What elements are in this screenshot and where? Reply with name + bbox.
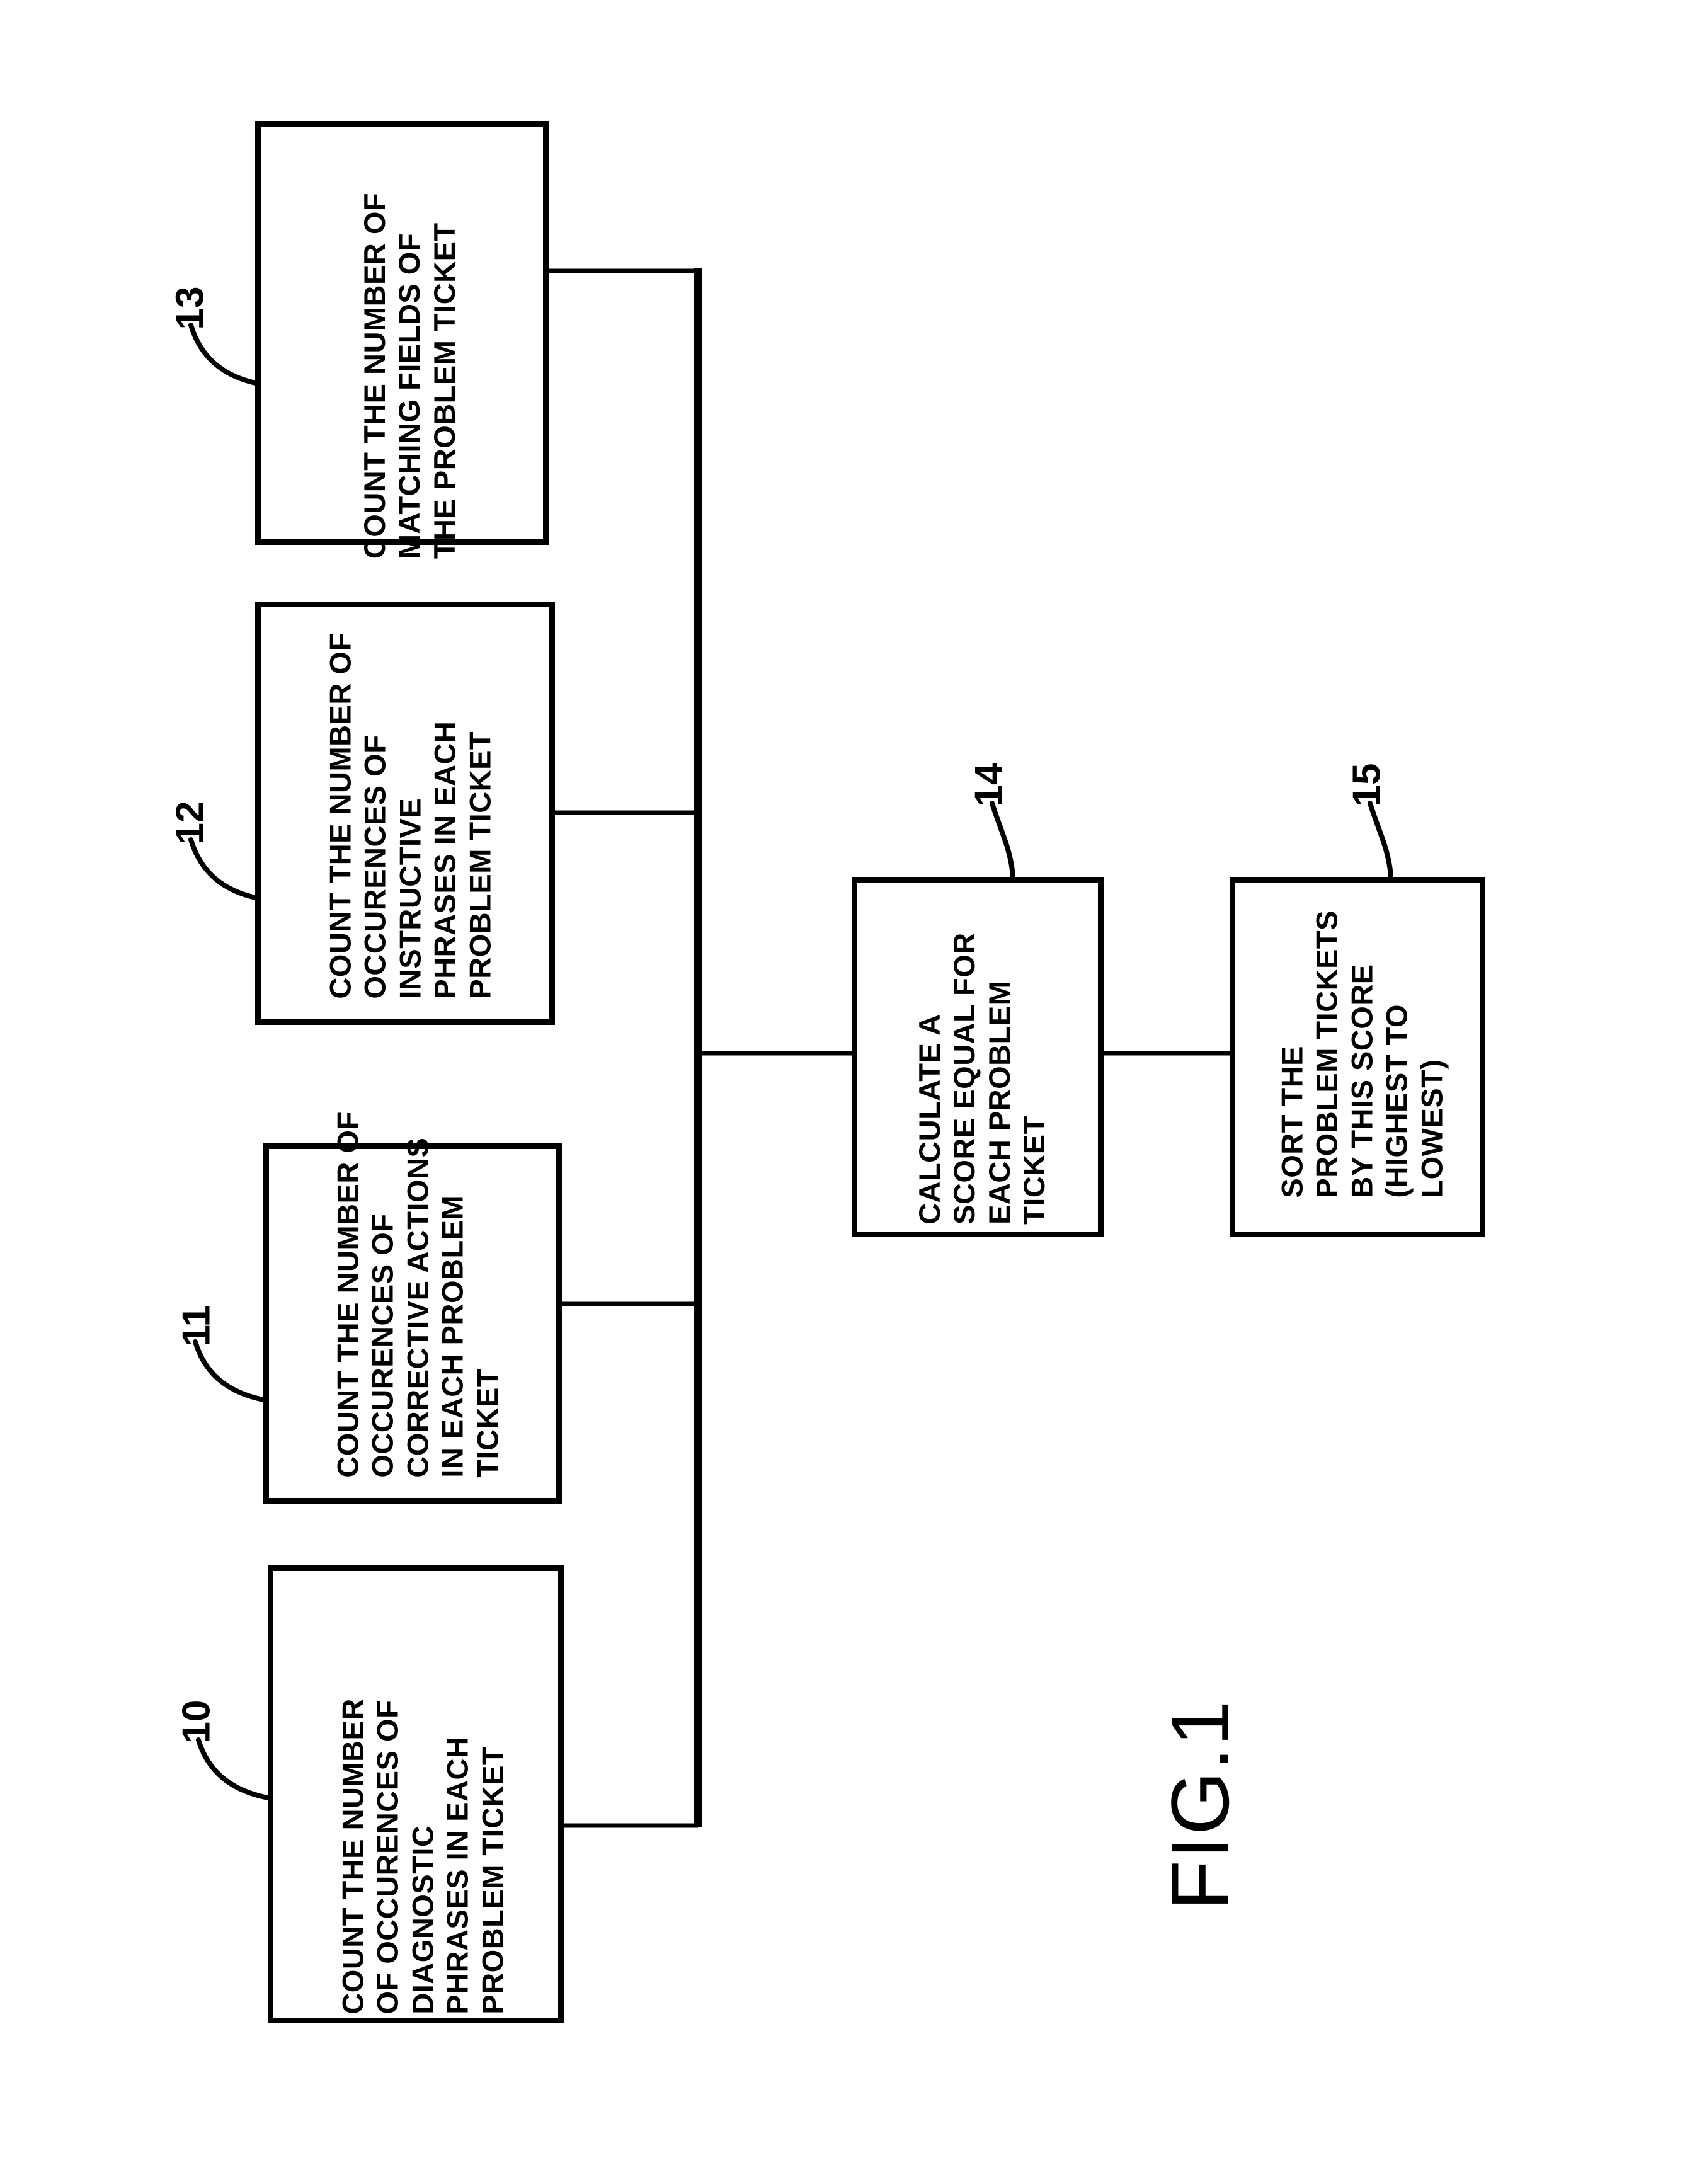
process-box-11[interactable]: COUNT THE NUMBER OF OCCURENCES OF CORREC… [263, 1111, 562, 1504]
process-box-11-label: COUNT THE NUMBER OF OCCURENCES OF CORREC… [331, 1111, 505, 1478]
reference-numeral-14: 14 [967, 763, 1011, 807]
leader-line-14 [990, 801, 1015, 879]
leader-line-11 [193, 1339, 266, 1402]
process-box-10-label: COUNT THE NUMBER OF OCCURENCES OF DIAGNO… [336, 1698, 510, 2015]
process-box-10[interactable]: COUNT THE NUMBER OF OCCURENCES OF DIAGNO… [268, 1565, 564, 2023]
reference-numeral-10: 10 [174, 1700, 219, 1744]
patent-figure-page: COUNT THE NUMBER OF MATCHING FIELDS OF T… [0, 0, 1697, 2184]
process-box-15-label: SORT THE PROBLEM TICKETS BY THIS SCORE (… [1275, 910, 1449, 1198]
leader-line-15 [1368, 801, 1393, 879]
process-box-13-label: COUNT THE NUMBER OF MATCHING FIELDS OF T… [357, 192, 461, 559]
process-box-12[interactable]: COUNT THE NUMBER OF OCCURENCES OF INSTRU… [255, 602, 555, 1025]
reference-numeral-15: 15 [1345, 763, 1389, 807]
leader-line-12 [188, 837, 258, 900]
reference-numeral-13: 13 [168, 286, 212, 330]
process-box-13[interactable]: COUNT THE NUMBER OF MATCHING FIELDS OF T… [255, 121, 549, 559]
reference-numeral-11: 11 [174, 1305, 219, 1347]
reference-numeral-12: 12 [168, 801, 212, 845]
process-box-14[interactable]: CALCULATE A SCORE EQUAL FOR EACH PROBLEM… [852, 877, 1104, 1237]
process-box-12-label: COUNT THE NUMBER OF OCCURENCES OF INSTRU… [323, 632, 497, 999]
figure-caption: FIG.1 [1154, 1699, 1246, 1911]
leader-line-13 [188, 323, 258, 386]
process-box-14-label: CALCULATE A SCORE EQUAL FOR EACH PROBLEM… [913, 932, 1051, 1225]
leader-line-10 [196, 1737, 270, 1800]
process-box-15[interactable]: SORT THE PROBLEM TICKETS BY THIS SCORE (… [1230, 877, 1485, 1237]
